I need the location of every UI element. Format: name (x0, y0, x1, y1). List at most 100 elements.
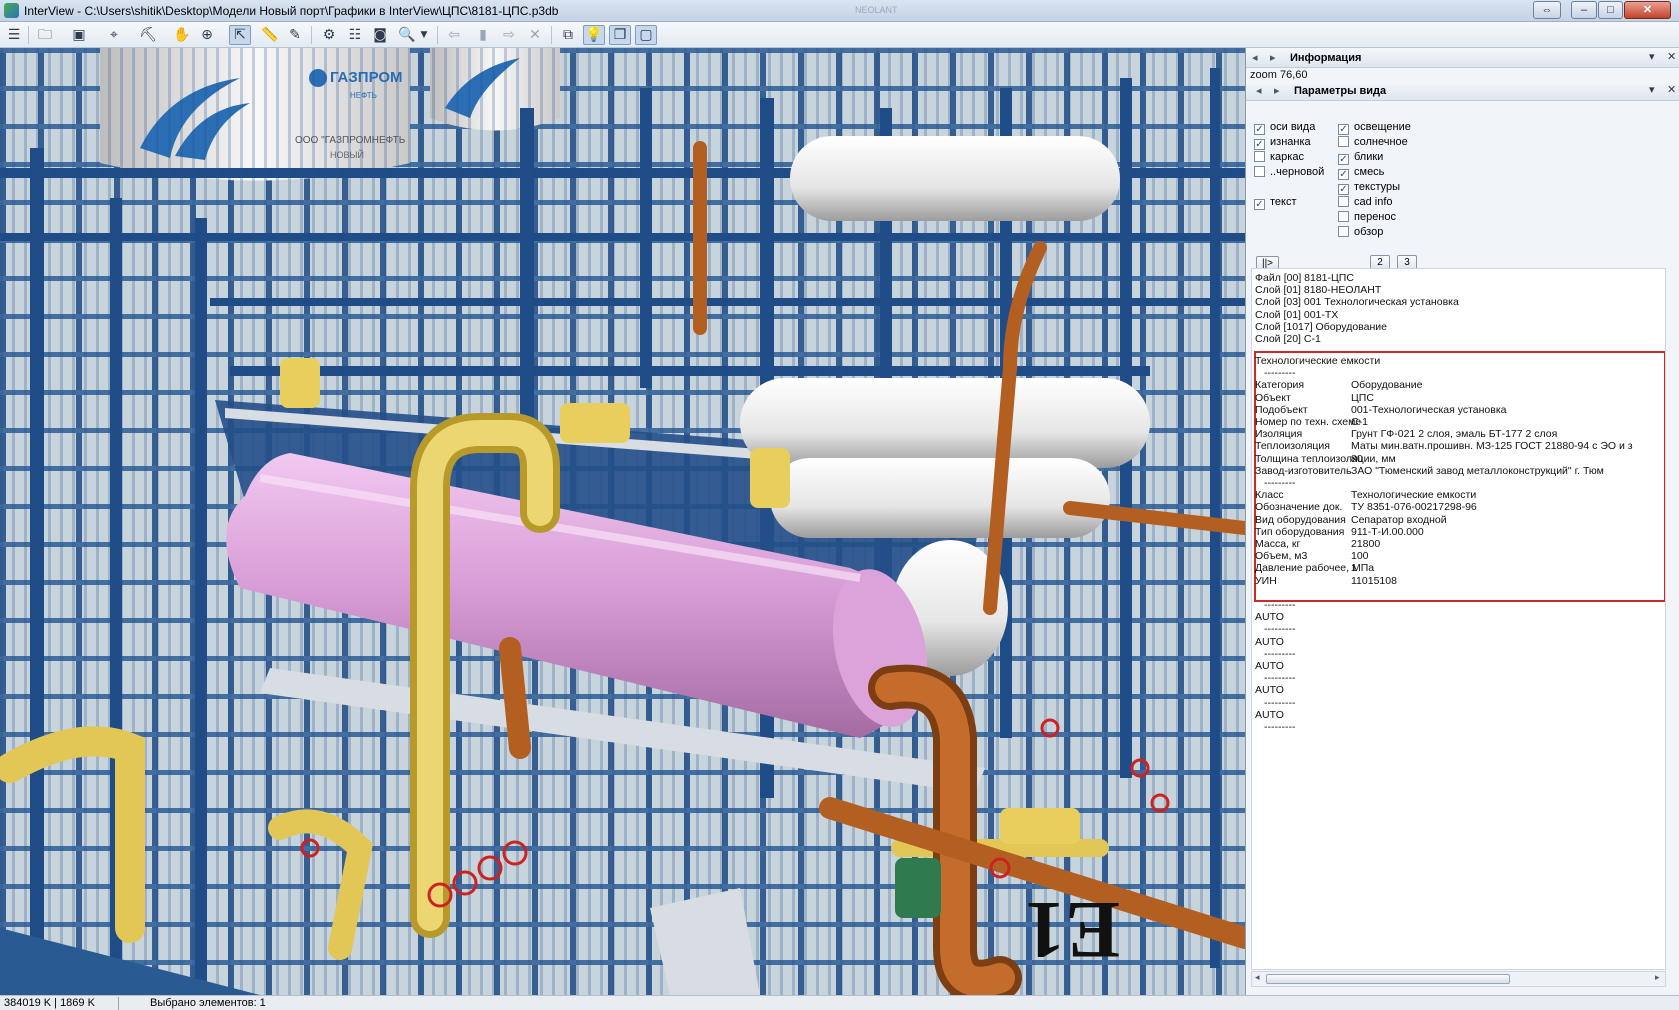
close-button[interactable]: ✕ (1624, 1, 1671, 19)
camera-icon[interactable]: ◙ (369, 25, 391, 45)
property-row: Подобъект 001-Технологическая установка (1255, 404, 1507, 417)
checkbox-left-0[interactable]: ✓ оси вида (1254, 121, 1315, 136)
target-icon[interactable]: ⌖ (103, 25, 125, 45)
box-view-icon[interactable]: ⧉ (557, 25, 579, 45)
separator-dashes: --------- (1264, 477, 1296, 489)
scroll-right-icon[interactable]: ▸ (1655, 973, 1660, 983)
auto-line: AUTO (1255, 635, 1284, 648)
property-value: С-1 (1351, 416, 1368, 428)
zoom-icon[interactable]: ⊕ (196, 25, 218, 45)
image-icon[interactable]: ▣ (68, 25, 90, 45)
checkbox-left-4[interactable]: ✓ текст (1254, 196, 1297, 211)
page-icon[interactable]: ▮ (472, 25, 494, 45)
property-value: Технологические емкости (1351, 489, 1477, 502)
open-file-icon[interactable]: 🗀 (34, 25, 56, 45)
property-key: Подобъект (1255, 403, 1308, 416)
scroll-left-icon[interactable]: ◂ (1255, 973, 1260, 983)
auto-line: AUTO (1255, 611, 1284, 624)
property-value: 1 (1351, 562, 1357, 575)
property-row: Тип оборудования 911-Т-И.00.000 (1255, 526, 1424, 539)
nav-forward-icon[interactable]: ▸ (1270, 51, 1276, 64)
dropdown-arrow-icon[interactable]: ▼ (418, 25, 430, 45)
property-key: Изоляция (1255, 428, 1303, 441)
close-icon[interactable]: ✕ (1667, 83, 1676, 96)
close-icon[interactable]: ✕ (1667, 50, 1676, 63)
menu-icon[interactable]: ☰ (3, 25, 25, 45)
property-key: Толщина теплоизоляции, мм (1255, 452, 1396, 465)
select-pointer-icon[interactable]: ⇱ (229, 25, 251, 45)
checkbox-box[interactable]: ✓ (1254, 139, 1265, 150)
frame-icon[interactable]: ▢ (635, 25, 657, 45)
checkbox-label: блики (1354, 151, 1384, 163)
checkbox-box[interactable]: ✓ (1338, 154, 1349, 165)
checkbox-left-1[interactable]: ✓ изнанка (1254, 136, 1311, 151)
layer-line: Файл [00] 8181-ЦПС (1255, 272, 1354, 284)
property-row: Завод-изготовительЗАО "Тюменский завод м… (1255, 465, 1604, 478)
checkbox-right-2[interactable]: ✓ блики (1338, 151, 1383, 166)
restore-button[interactable]: ⇔ (1533, 1, 1561, 19)
checkbox-right-3[interactable]: ✓ смесь (1338, 166, 1384, 181)
checkbox-box[interactable] (1254, 151, 1265, 162)
checkbox-right-6[interactable]: перенос (1338, 211, 1396, 226)
nav-back-icon[interactable]: ◂ (1256, 84, 1262, 97)
checkbox-box[interactable] (1338, 226, 1349, 237)
checkbox-box[interactable]: ✓ (1338, 124, 1349, 135)
copy-window-icon[interactable]: ❐ (609, 25, 631, 45)
property-key: Обозначение док. (1255, 501, 1343, 514)
nav-back-icon[interactable]: ◂ (1252, 51, 1258, 64)
paint-icon[interactable]: ⛏ (137, 25, 159, 45)
checkbox-label: обзор (1354, 226, 1384, 238)
property-value: 100 (1351, 550, 1369, 563)
auto-line: AUTO (1255, 684, 1284, 697)
property-value: 911-Т-И.00.000 (1351, 525, 1424, 538)
minimize-button[interactable]: – (1571, 1, 1597, 19)
checkbox-right-1[interactable]: солнечное (1338, 136, 1408, 151)
pencil-icon[interactable]: ✎ (284, 25, 306, 45)
light-bulb-icon[interactable]: 💡 (583, 25, 605, 45)
settings-gear-icon[interactable]: ⚙ (318, 25, 340, 45)
property-row: Масса, кг 21800 (1255, 538, 1380, 551)
search-zoom-icon[interactable]: 🔍 (396, 25, 418, 45)
property-key: Номер по техн. схеме (1255, 416, 1362, 428)
checkbox-right-7[interactable]: обзор (1338, 226, 1383, 241)
dropdown-icon[interactable]: ▾ (1649, 83, 1655, 96)
hand-pan-icon[interactable]: ✋ (171, 25, 193, 45)
property-key: Объект (1255, 391, 1291, 404)
equipment-label: E1 (1024, 885, 1120, 976)
checkbox-box[interactable] (1254, 166, 1265, 177)
plant-3d-scene: ГАЗПРОМ НЕФТЬ ООО "ГАЗПРОМНЕФТЬ НОВЫЙ E1 (0, 48, 1245, 995)
3d-viewport[interactable]: ГАЗПРОМ НЕФТЬ ООО "ГАЗПРОМНЕФТЬ НОВЫЙ E1 (0, 48, 1245, 995)
checkbox-right-5[interactable]: cad info (1338, 196, 1393, 211)
checkbox-box[interactable]: ✓ (1338, 169, 1349, 180)
layer-line: Слой [1017] Оборудование (1255, 320, 1387, 333)
property-row: Объект ЦПС (1255, 392, 1374, 405)
checkbox-box[interactable]: ✓ (1338, 184, 1349, 195)
selection-status: Выбрано элементов: 1 (150, 997, 266, 1009)
scrollbar-thumb[interactable] (1266, 974, 1510, 984)
checkbox-left-2[interactable]: каркас (1254, 151, 1304, 166)
checkbox-box[interactable]: ✓ (1254, 124, 1265, 135)
info-panel-title: Информация (1290, 52, 1362, 64)
checkbox-box[interactable] (1338, 211, 1349, 222)
close-x-icon[interactable]: ✕ (524, 25, 546, 45)
checkbox-right-4[interactable]: ✓ текстуры (1338, 181, 1400, 196)
right-panel: ◂ ▸ Информация ▾ ✕ zoom 76,60 ◂ ▸ Параме… (1245, 48, 1679, 995)
title-ghost-label: NEOLANT (855, 5, 898, 15)
property-row: Изоляция Грунт ГФ-021 2 слоя, эмаль БТ-17… (1255, 428, 1557, 441)
checkbox-box[interactable] (1338, 196, 1349, 207)
back-arrow-icon[interactable]: ⇦ (443, 25, 465, 45)
nav-forward-icon[interactable]: ▸ (1274, 84, 1280, 97)
forward-arrow-icon[interactable]: ⇨ (498, 25, 520, 45)
maximize-button[interactable]: □ (1598, 1, 1623, 19)
measure-ruler-icon[interactable]: 📏 (259, 25, 281, 45)
checkbox-label: солнечное (1354, 136, 1408, 148)
layers-icon[interactable]: ☷ (344, 25, 366, 45)
checkbox-left-3[interactable]: ..черновой (1254, 166, 1324, 181)
dropdown-icon[interactable]: ▾ (1649, 50, 1655, 63)
checkbox-box[interactable]: ✓ (1254, 199, 1265, 210)
horizontal-scrollbar[interactable]: ◂ ▸ (1251, 971, 1666, 987)
checkbox-right-0[interactable]: ✓ освещение (1338, 121, 1411, 136)
checkbox-box[interactable] (1338, 136, 1349, 147)
auto-line: AUTO (1255, 660, 1284, 672)
property-key: Завод-изготовитель (1255, 464, 1352, 477)
